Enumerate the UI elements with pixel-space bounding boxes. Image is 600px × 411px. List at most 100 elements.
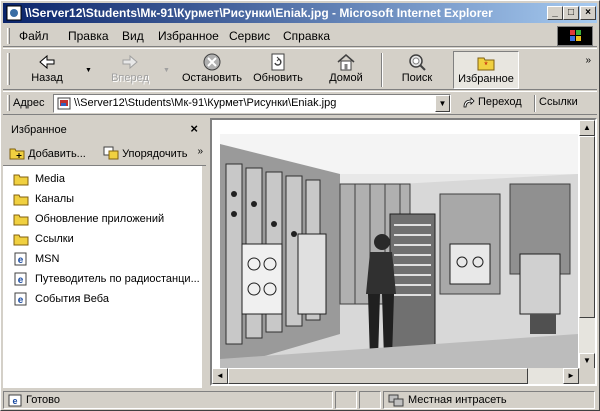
- panel-overflow-icon[interactable]: »: [197, 146, 203, 157]
- address-value: \\Server12\Students\Мк-91\Курмет\Рисунки…: [74, 97, 337, 109]
- address-input[interactable]: \\Server12\Students\Мк-91\Курмет\Рисунки…: [53, 94, 451, 113]
- forward-label: Вперед: [111, 72, 149, 84]
- forward-dropdown-icon[interactable]: ▼: [163, 67, 170, 74]
- intranet-icon: [388, 394, 404, 407]
- home-label: Домой: [329, 72, 363, 84]
- favorite-label: Каналы: [35, 193, 75, 205]
- address-grip[interactable]: [7, 95, 10, 111]
- title-bar[interactable]: \\Server12\Students\Мк-91\Курмет\Рисунки…: [3, 3, 597, 23]
- address-bar: Адрес \\Server12\Students\Мк-91\Курмет\Р…: [3, 91, 597, 115]
- menu-help[interactable]: Справка: [283, 29, 330, 43]
- menu-edit[interactable]: Правка: [68, 29, 109, 43]
- stop-icon: [203, 53, 221, 71]
- horizontal-scrollbar[interactable]: ◄ ►: [212, 368, 579, 384]
- standard-toolbar: Назад ▼ Вперед ▼ Остановить Обновить Дом…: [3, 48, 597, 90]
- add-favorite-label: Добавить...: [28, 148, 86, 160]
- organize-favorites-button[interactable]: Упорядочить: [103, 146, 188, 160]
- links-label: Ссылки: [539, 96, 578, 108]
- status-text: Готово: [26, 394, 60, 406]
- vertical-scrollbar[interactable]: ▲ ▼: [579, 120, 595, 369]
- favorites-panel-toolbar: Добавить... Упорядочить »: [3, 142, 206, 166]
- go-arrow-icon: [463, 97, 475, 108]
- status-message-cell: e Готово: [3, 391, 333, 409]
- forward-button[interactable]: Вперед: [99, 51, 161, 89]
- links-separator: [534, 95, 536, 112]
- horizontal-scroll-thumb[interactable]: [228, 368, 528, 384]
- svg-text:e: e: [18, 275, 24, 286]
- toolbar-separator: [381, 53, 383, 87]
- svg-text:e: e: [12, 396, 17, 406]
- menu-tools[interactable]: Сервис: [229, 29, 270, 43]
- refresh-icon: [271, 53, 285, 71]
- favorites-panel-header: Избранное ×: [3, 118, 206, 142]
- windows-logo-icon: [557, 26, 593, 46]
- stop-button[interactable]: Остановить: [177, 51, 247, 89]
- toolbar-grip[interactable]: [7, 53, 10, 85]
- window-title: \\Server12\Students\Мк-91\Курмет\Рисунки…: [25, 6, 493, 20]
- svg-text:*: *: [484, 60, 488, 70]
- status-bar: e Готово Местная интрасеть: [3, 389, 597, 409]
- ie-link-icon: e: [14, 292, 27, 306]
- close-icon[interactable]: ×: [190, 121, 198, 136]
- scroll-up-button[interactable]: ▲: [579, 120, 595, 136]
- status-cell: [335, 391, 357, 409]
- close-button[interactable]: ×: [580, 6, 596, 20]
- folder-icon: [13, 234, 29, 246]
- menu-file[interactable]: Файл: [19, 29, 49, 43]
- favorite-label: Ссылки: [35, 233, 74, 245]
- back-label: Назад: [31, 72, 63, 84]
- minimize-button[interactable]: _: [547, 6, 563, 20]
- menu-favorites[interactable]: Избранное: [158, 29, 219, 43]
- ie-app-icon: [6, 5, 22, 21]
- menu-view[interactable]: Вид: [122, 29, 144, 43]
- search-button[interactable]: Поиск: [389, 51, 445, 89]
- favorite-label: Путеводитель по радиостанци...: [35, 273, 200, 285]
- scroll-right-button[interactable]: ►: [563, 368, 579, 384]
- refresh-button[interactable]: Обновить: [249, 51, 307, 89]
- eniac-photo: [220, 134, 578, 369]
- svg-text:e: e: [18, 255, 24, 266]
- toolbar-overflow-icon[interactable]: »: [585, 55, 591, 66]
- refresh-label: Обновить: [253, 72, 303, 84]
- image-file-icon: [57, 97, 71, 110]
- favorite-label: Media: [35, 173, 65, 185]
- add-favorite-icon: [9, 148, 25, 160]
- security-zone-cell: Местная интрасеть: [383, 391, 595, 409]
- folder-icon: [13, 174, 29, 186]
- ie-window: \\Server12\Students\Мк-91\Курмет\Рисунки…: [0, 0, 600, 411]
- links-button[interactable]: Ссылки: [539, 96, 578, 108]
- favorite-label: Обновление приложений: [35, 213, 165, 225]
- address-dropdown-icon[interactable]: ▼: [435, 95, 450, 112]
- favorites-panel: Избранное × Добавить... Упорядочить » Me…: [3, 118, 206, 388]
- organize-favorites-label: Упорядочить: [122, 148, 188, 160]
- menu-grip[interactable]: [7, 28, 10, 44]
- back-arrow-icon: [39, 54, 55, 70]
- back-dropdown-icon[interactable]: ▼: [85, 67, 92, 74]
- svg-text:e: e: [18, 295, 24, 306]
- favorites-label: Избранное: [458, 73, 514, 85]
- menu-bar: Файл Правка Вид Избранное Сервис Справка: [3, 25, 597, 47]
- security-zone-text: Местная интрасеть: [408, 394, 507, 406]
- organize-icon: [103, 146, 119, 160]
- page-icon: e: [8, 394, 22, 407]
- vertical-scroll-thumb[interactable]: [579, 136, 595, 318]
- home-button[interactable]: Домой: [321, 51, 371, 89]
- ie-link-icon: e: [14, 272, 27, 286]
- folder-icon: [13, 194, 29, 206]
- favorites-panel-title: Избранное: [11, 124, 67, 136]
- status-cell: [359, 391, 381, 409]
- go-label: Переход: [478, 96, 522, 108]
- ie-link-icon: e: [14, 252, 27, 266]
- scroll-left-button[interactable]: ◄: [212, 368, 228, 384]
- favorites-folder-icon: *: [477, 57, 495, 71]
- maximize-button[interactable]: □: [563, 6, 579, 20]
- forward-arrow-icon: [122, 54, 138, 70]
- search-icon: [409, 54, 426, 71]
- favorite-label: MSN: [35, 253, 60, 265]
- scroll-down-button[interactable]: ▼: [579, 353, 595, 369]
- content-pane: ▲ ▼ ◄ ►: [210, 118, 597, 386]
- add-favorite-button[interactable]: Добавить...: [9, 146, 86, 160]
- favorites-button[interactable]: * Избранное: [453, 51, 519, 89]
- home-icon: [337, 54, 355, 71]
- back-button[interactable]: Назад: [17, 51, 77, 89]
